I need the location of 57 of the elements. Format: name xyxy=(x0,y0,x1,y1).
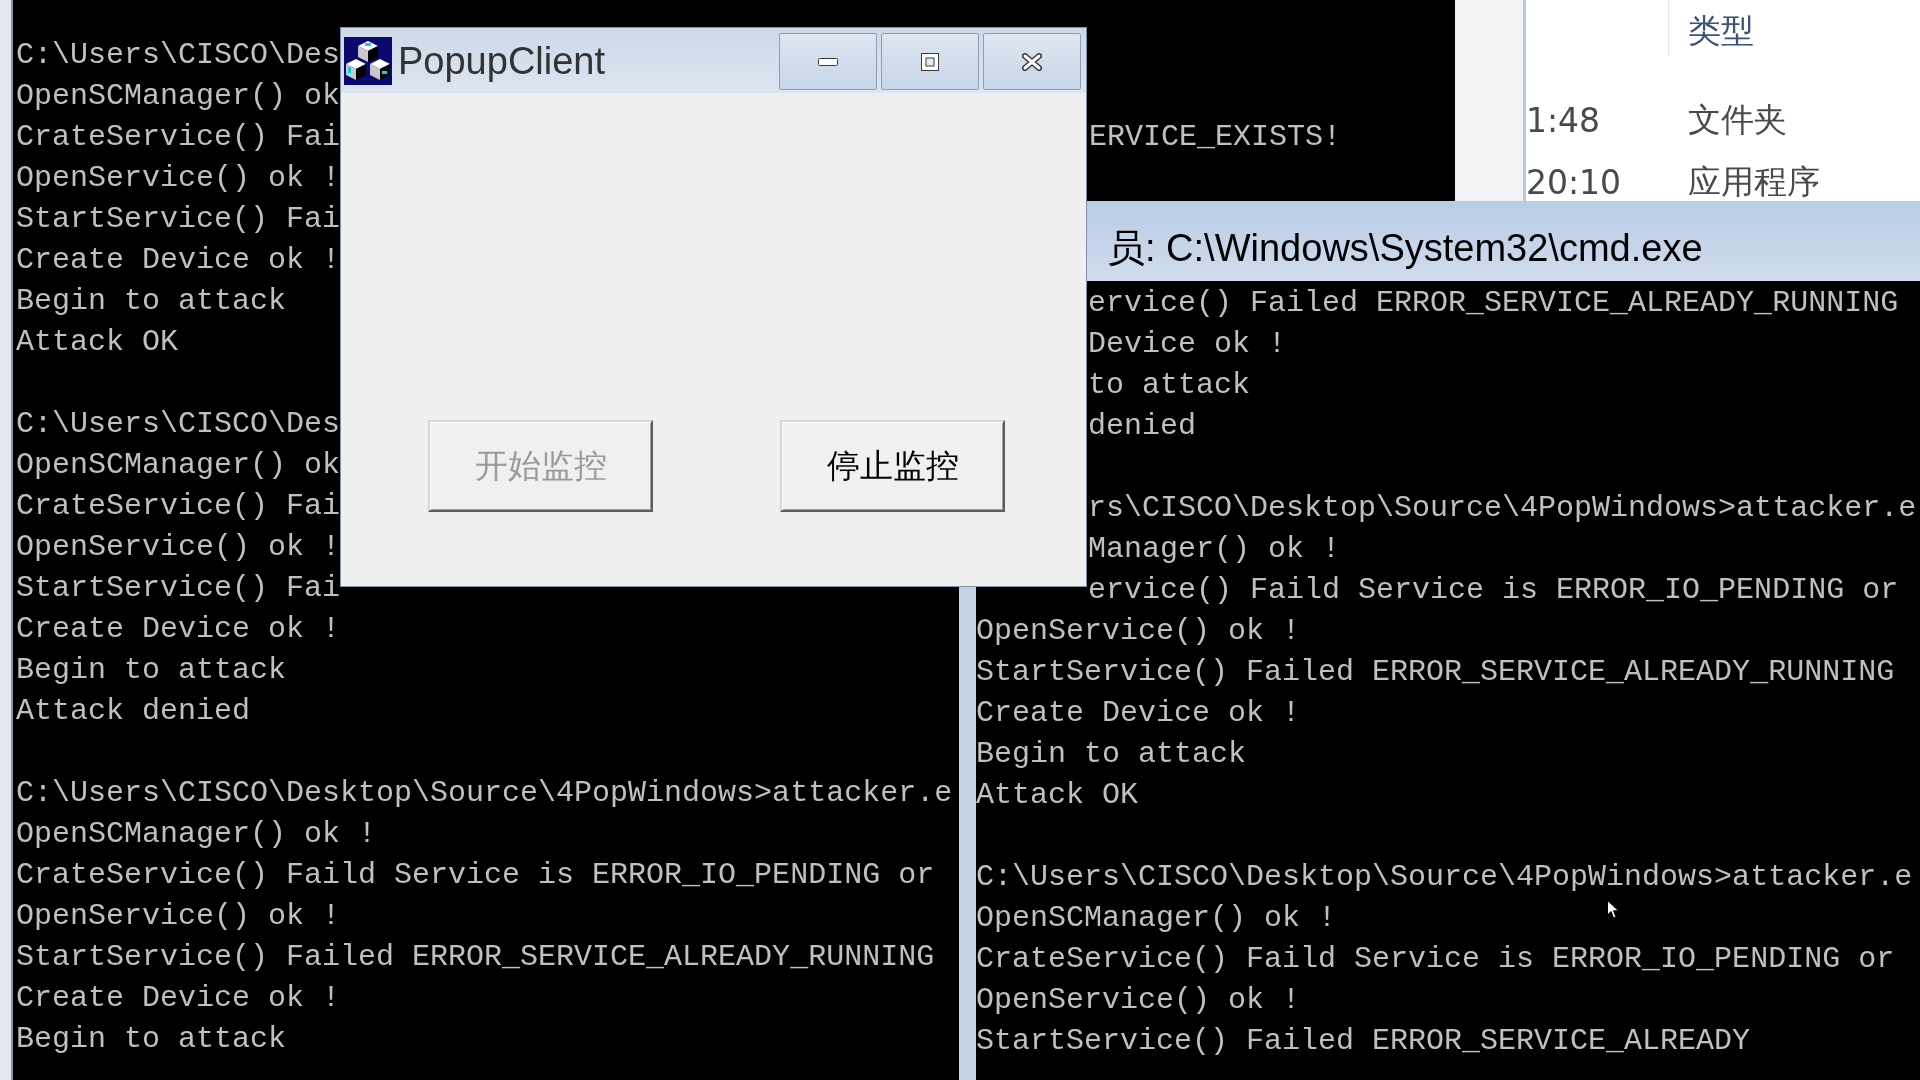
console-line: Attack denied xyxy=(16,693,251,730)
console-line: Create Device ok ! xyxy=(976,695,1301,732)
console-line: Begin to attack xyxy=(16,652,287,689)
console-line: CrateService() Fai xyxy=(16,488,341,525)
console-line: ERVICE_EXISTS! xyxy=(1089,119,1342,156)
cubes-icon xyxy=(344,37,392,85)
console-line: ervice() Failed ERROR_SERVICE_ALREADY_RUNNING xyxy=(1088,285,1899,322)
console-line: Create Device ok ! xyxy=(16,980,341,1017)
console-line: C:\Users\CISCO\Desktop\Source\4PopWindows>attacker.e xyxy=(976,859,1913,896)
console-line: OpenService() ok ! xyxy=(976,613,1301,650)
console-line: OpenSCManager() ok ! xyxy=(16,816,377,853)
console-line: OpenSCManager() ok xyxy=(16,78,341,115)
console-line: StartService() Fai xyxy=(16,201,341,238)
file-type-cell: 应用程序 xyxy=(1688,163,1820,201)
console-line: C:\Users\CISCO\Desktop\Source\4PopWindows>attacker.e xyxy=(16,775,953,812)
close-icon xyxy=(1022,52,1042,71)
console-line: Manager() ok ! xyxy=(1088,531,1341,568)
console-line: ervice() Faild Service is ERROR_IO_PENDING or xyxy=(1088,572,1899,609)
console-line: denied xyxy=(1088,408,1197,445)
column-header[interactable]: 类型 xyxy=(1688,12,1754,50)
dialog-button[interactable]: 停止监控 xyxy=(780,420,1005,512)
console-line: CrateService() Faild Service is ERROR_IO_PENDING or xyxy=(16,857,935,894)
console-line: Attack OK xyxy=(976,777,1139,814)
console-line: OpenSCManager() ok xyxy=(16,447,341,484)
console-line: C:\Users\CISCO\Des xyxy=(16,406,341,443)
console-line: OpenSCManager() ok ! xyxy=(976,900,1337,937)
file-type-cell: 文件夹 xyxy=(1688,101,1787,139)
console-line: StartService() Failed ERROR_SERVICE_ALREADY xyxy=(976,1023,1751,1060)
console-line: to attack xyxy=(1088,367,1251,404)
console-line: CrateService() Fai xyxy=(16,119,340,156)
time-cell: 20:10 xyxy=(1526,162,1622,201)
console-line: rs\CISCO\Desktop\Source\4PopWindows>attacker.e xyxy=(1088,490,1917,527)
maximize-icon xyxy=(921,52,939,71)
console-line: Attack OK xyxy=(16,324,179,361)
window-title: 员: C:\Windows\System32\cmd.exe xyxy=(1107,227,1703,271)
console-line: StartService() Failed ERROR_SERVICE_ALREADY_RUNNING xyxy=(976,654,1895,691)
console-line: StartService() Fai xyxy=(16,570,341,607)
maximize-button[interactable] xyxy=(881,33,979,90)
console-line: Begin to attack xyxy=(976,736,1247,773)
close-button[interactable] xyxy=(983,33,1081,90)
mouse-pointer-icon xyxy=(1607,900,1619,919)
console-line: StartService() Failed ERROR_SERVICE_ALREADY_RUNNING xyxy=(16,939,935,976)
console-line: OpenService() ok ! xyxy=(16,898,341,935)
console-line: Begin to attack xyxy=(16,1021,287,1058)
console-line: C:\Users\CISCO\Des xyxy=(16,37,341,74)
console-line: OpenService() ok ! xyxy=(976,982,1301,1019)
console-line: Create Device ok ! xyxy=(16,611,341,648)
time-cell: 1:48 xyxy=(1526,100,1601,140)
console-line: CrateService() Faild Service is ERROR_IO_PENDING or xyxy=(976,941,1895,978)
minimize-icon xyxy=(818,57,838,66)
console-line: OpenService() ok ! xyxy=(16,529,341,566)
window-title: PopupClient xyxy=(398,40,606,84)
console-line: Begin to attack xyxy=(16,283,287,320)
console-line: OpenService() ok ! xyxy=(16,160,341,197)
console-line: Create Device ok ! xyxy=(16,242,341,279)
console-line: Device ok ! xyxy=(1088,326,1287,363)
minimize-button[interactable] xyxy=(779,33,877,90)
